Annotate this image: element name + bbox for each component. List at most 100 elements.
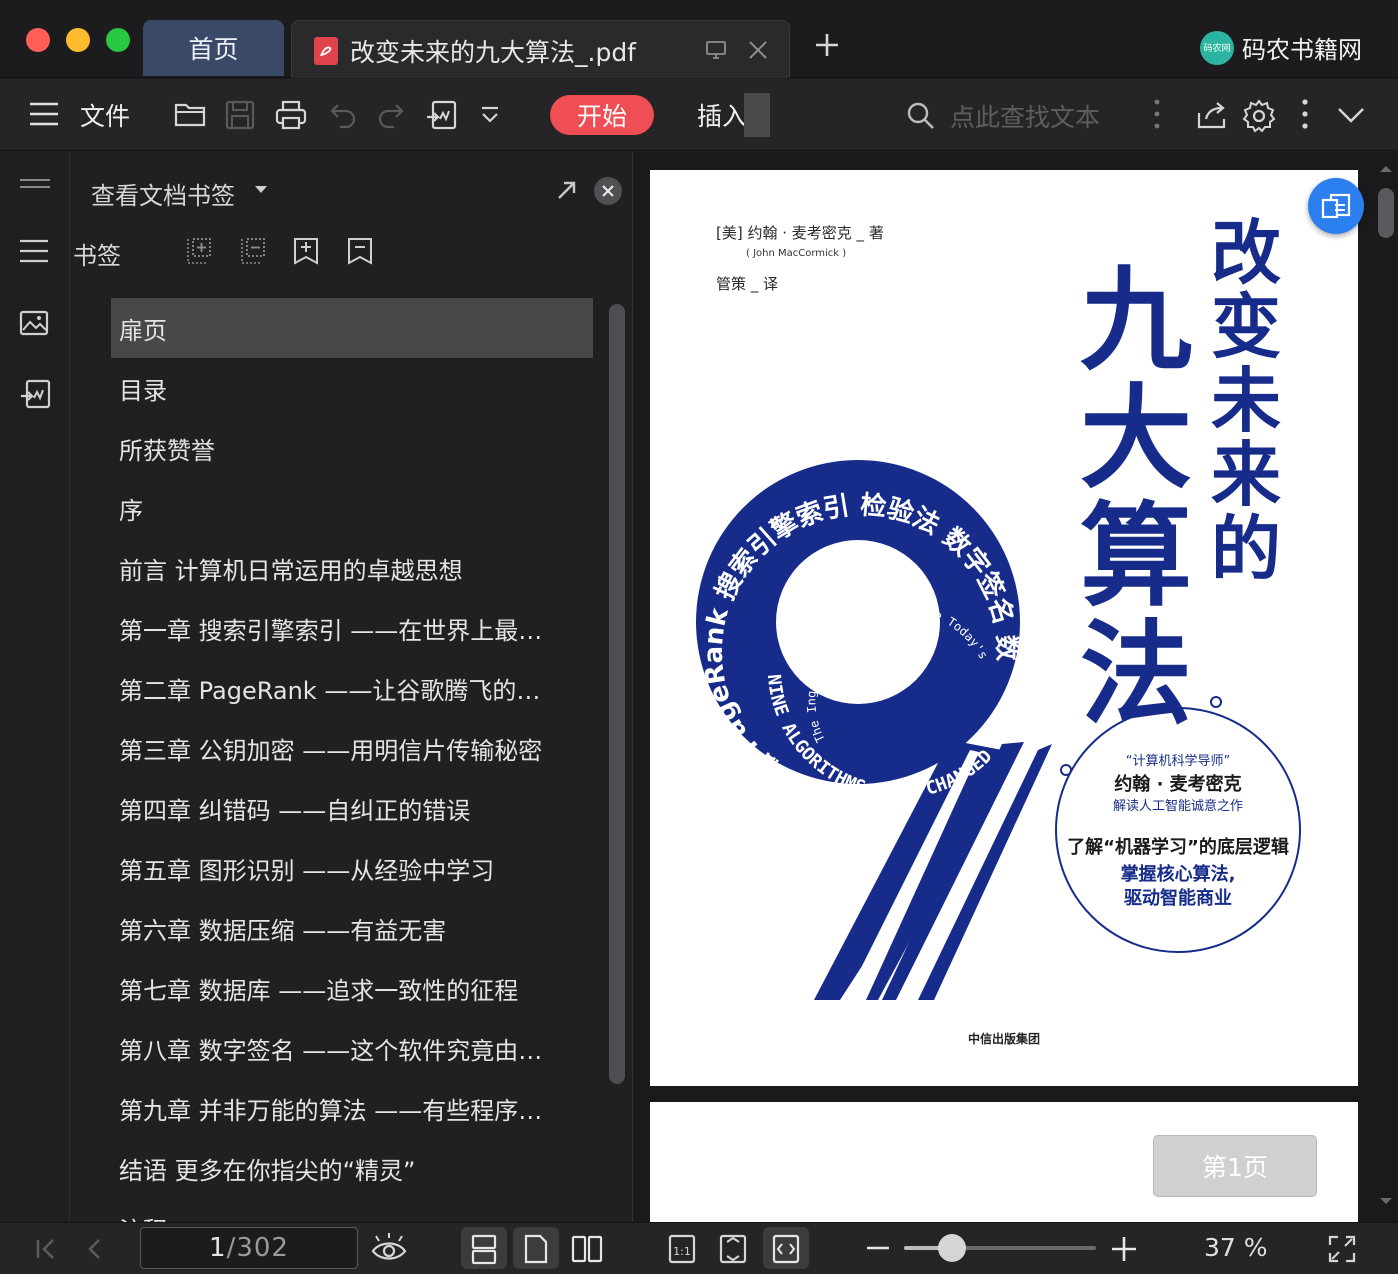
bookmark-item[interactable]: 目录: [111, 358, 593, 418]
tab-document[interactable]: 改变未来的九大算法_.pdf: [291, 20, 790, 78]
zoom-out-icon[interactable]: [866, 1245, 890, 1251]
scroll-up-arrow-icon[interactable]: [1378, 164, 1394, 174]
bookmark-item-label: 目录: [119, 376, 167, 405]
tab-home-label: 首页: [188, 35, 239, 64]
fullscreen-icon[interactable]: [1326, 1233, 1358, 1265]
scroll-down-arrow-icon[interactable]: [1378, 1196, 1394, 1206]
bookmark-item-label: 第一章 搜索引擎索引 ——在世界上最…: [119, 616, 543, 645]
brand-name: 码农书籍网: [1242, 36, 1362, 64]
print-icon[interactable]: [274, 99, 308, 131]
bookmark-item-label: 注释: [119, 1211, 167, 1223]
collapse-all-icon[interactable]: [239, 236, 267, 266]
svg-text:1:1: 1:1: [673, 1245, 691, 1258]
open-folder-icon[interactable]: [174, 99, 208, 129]
tab-home[interactable]: 首页: [143, 20, 284, 76]
bookmark-panel: 查看文档书签 书签 扉页目录所获赞誉序前言 计算机日常运用的卓越思想第一章 搜索…: [71, 152, 633, 1222]
cover-publisher: 中信出版集团: [968, 1032, 1041, 1046]
save-icon[interactable]: [224, 99, 256, 131]
bookmark-item[interactable]: 注释: [111, 1198, 593, 1223]
cover-nine-graphic: 数据压缩 PageRank 搜索引擎索引 检验法 数字签名 数据库 图形识别 公…: [650, 170, 1301, 1000]
continuous-scroll-icon[interactable]: [468, 1233, 500, 1265]
cover-circle-line-3: 解读人工智能诚意之作: [1112, 799, 1243, 814]
more-dropdown-icon[interactable]: [478, 105, 502, 127]
more-options-icon[interactable]: [1298, 97, 1312, 131]
close-window-button[interactable]: [26, 28, 50, 52]
actual-size-icon[interactable]: 1:1: [666, 1233, 698, 1265]
floating-convert-button[interactable]: [1308, 178, 1364, 234]
bookmark-item[interactable]: 结语 更多在你指尖的“精灵”: [111, 1138, 593, 1198]
vertical-dots-icon[interactable]: [1150, 97, 1164, 131]
eye-protection-icon[interactable]: [370, 1231, 408, 1265]
bookmark-item[interactable]: 第四章 纠错码 ——自纠正的错误: [111, 778, 593, 838]
expand-all-icon[interactable]: [185, 236, 213, 266]
bookmark-item-label: 第六章 数据压缩 ——有益无害: [119, 916, 447, 945]
insert-tab-button[interactable]: 插入: [697, 97, 747, 133]
search-input[interactable]: 点此查找文本: [950, 98, 1100, 134]
convert-icon[interactable]: [424, 99, 458, 133]
bookmark-item[interactable]: 第二章 PageRank ——让谷歌腾飞的…: [111, 658, 593, 718]
chevron-down-icon[interactable]: [1336, 105, 1366, 125]
app-window: 首页 改变未来的九大算法_.pdf 码农网 码农书籍网 文件 开始 插入 点此查…: [0, 0, 1398, 1274]
close-tab-icon[interactable]: [746, 38, 770, 62]
bookmark-item[interactable]: 第六章 数据压缩 ——有益无害: [111, 898, 593, 958]
menu-icon[interactable]: [28, 101, 60, 127]
add-bookmark-icon[interactable]: [291, 236, 321, 266]
single-page-icon[interactable]: [522, 1233, 550, 1265]
share-icon[interactable]: [1196, 99, 1228, 131]
toolbar: 文件 开始 插入 点此查找文本: [0, 79, 1398, 151]
bottom-status-bar: 1/302 1:1 37 %: [0, 1222, 1398, 1274]
convert-pages-icon: [1321, 193, 1351, 219]
document-page-cover: [美] 约翰 · 麦考密克 _ 著 ( John MacCormick ) 管策…: [650, 170, 1358, 1086]
convert-side-icon[interactable]: [18, 378, 52, 412]
toolbar-overflow-fade: [744, 93, 770, 137]
left-rail: [0, 152, 70, 1222]
cover-circle-line-4: 了解“机器学习”的底层逻辑: [1067, 837, 1289, 858]
bookmark-item[interactable]: 第八章 数字签名 ——这个软件究竟由…: [111, 1018, 593, 1078]
bookmark-item[interactable]: 所获赞誉: [111, 418, 593, 478]
bookmark-item-label: 第七章 数据库 ——追求一致性的征程: [119, 976, 519, 1005]
fit-page-icon[interactable]: [717, 1233, 749, 1265]
new-tab-icon[interactable]: [812, 30, 842, 60]
zoom-slider-knob[interactable]: [938, 1234, 966, 1262]
bookmark-item[interactable]: 第一章 搜索引擎索引 ——在世界上最…: [111, 598, 593, 658]
undo-icon[interactable]: [328, 99, 358, 129]
pdf-file-icon: [314, 37, 338, 65]
start-tab-button[interactable]: 开始: [550, 95, 654, 135]
bookmark-item[interactable]: 前言 计算机日常运用的卓越思想: [111, 538, 593, 598]
search-icon[interactable]: [906, 101, 936, 131]
bookmark-item-label: 结语 更多在你指尖的“精灵”: [119, 1156, 416, 1185]
zoom-percentage[interactable]: 37 %: [1204, 1233, 1268, 1262]
close-panel-button[interactable]: [594, 177, 622, 205]
bookmark-item-label: 第三章 公钥加密 ——用明信片传输秘密: [119, 736, 543, 765]
zoom-window-button[interactable]: [106, 28, 130, 52]
bookmark-list-icon[interactable]: [18, 238, 50, 264]
redo-icon[interactable]: [376, 99, 406, 129]
first-page-icon[interactable]: [34, 1237, 58, 1261]
collapse-rail-icon[interactable]: [18, 178, 52, 190]
screen-icon[interactable]: [704, 38, 728, 62]
bookmark-item-label: 前言 计算机日常运用的卓越思想: [119, 556, 463, 585]
current-page: 1: [209, 1233, 227, 1263]
panel-title-dropdown[interactable]: 查看文档书签: [91, 176, 235, 211]
thumbnail-image-icon[interactable]: [18, 308, 50, 338]
bookmark-item[interactable]: 第五章 图形识别 ——从经验中学习: [111, 838, 593, 898]
bookmark-item[interactable]: 扉页: [111, 298, 593, 358]
bookmark-item-label: 第五章 图形识别 ——从经验中学习: [119, 856, 495, 885]
settings-gear-icon[interactable]: [1242, 99, 1276, 133]
page-number-input[interactable]: 1/302: [140, 1227, 358, 1269]
bookmarks-label: 书签: [73, 242, 121, 270]
zoom-in-icon[interactable]: [1110, 1235, 1138, 1263]
double-page-icon[interactable]: [570, 1233, 604, 1265]
file-menu[interactable]: 文件: [80, 97, 130, 133]
expand-panel-icon[interactable]: [555, 178, 579, 202]
fit-width-icon[interactable]: [770, 1233, 802, 1265]
bookmark-item[interactable]: 第九章 并非万能的算法 ——有些程序…: [111, 1078, 593, 1138]
previous-page-icon[interactable]: [84, 1237, 104, 1261]
bookmark-item[interactable]: 第七章 数据库 ——追求一致性的征程: [111, 958, 593, 1018]
panel-scrollbar[interactable]: [609, 304, 625, 1084]
minimize-window-button[interactable]: [66, 28, 90, 52]
document-scrollbar[interactable]: [1378, 188, 1394, 238]
bookmark-item[interactable]: 第三章 公钥加密 ——用明信片传输秘密: [111, 718, 593, 778]
remove-bookmark-icon[interactable]: [345, 236, 375, 266]
bookmark-item[interactable]: 序: [111, 478, 593, 538]
